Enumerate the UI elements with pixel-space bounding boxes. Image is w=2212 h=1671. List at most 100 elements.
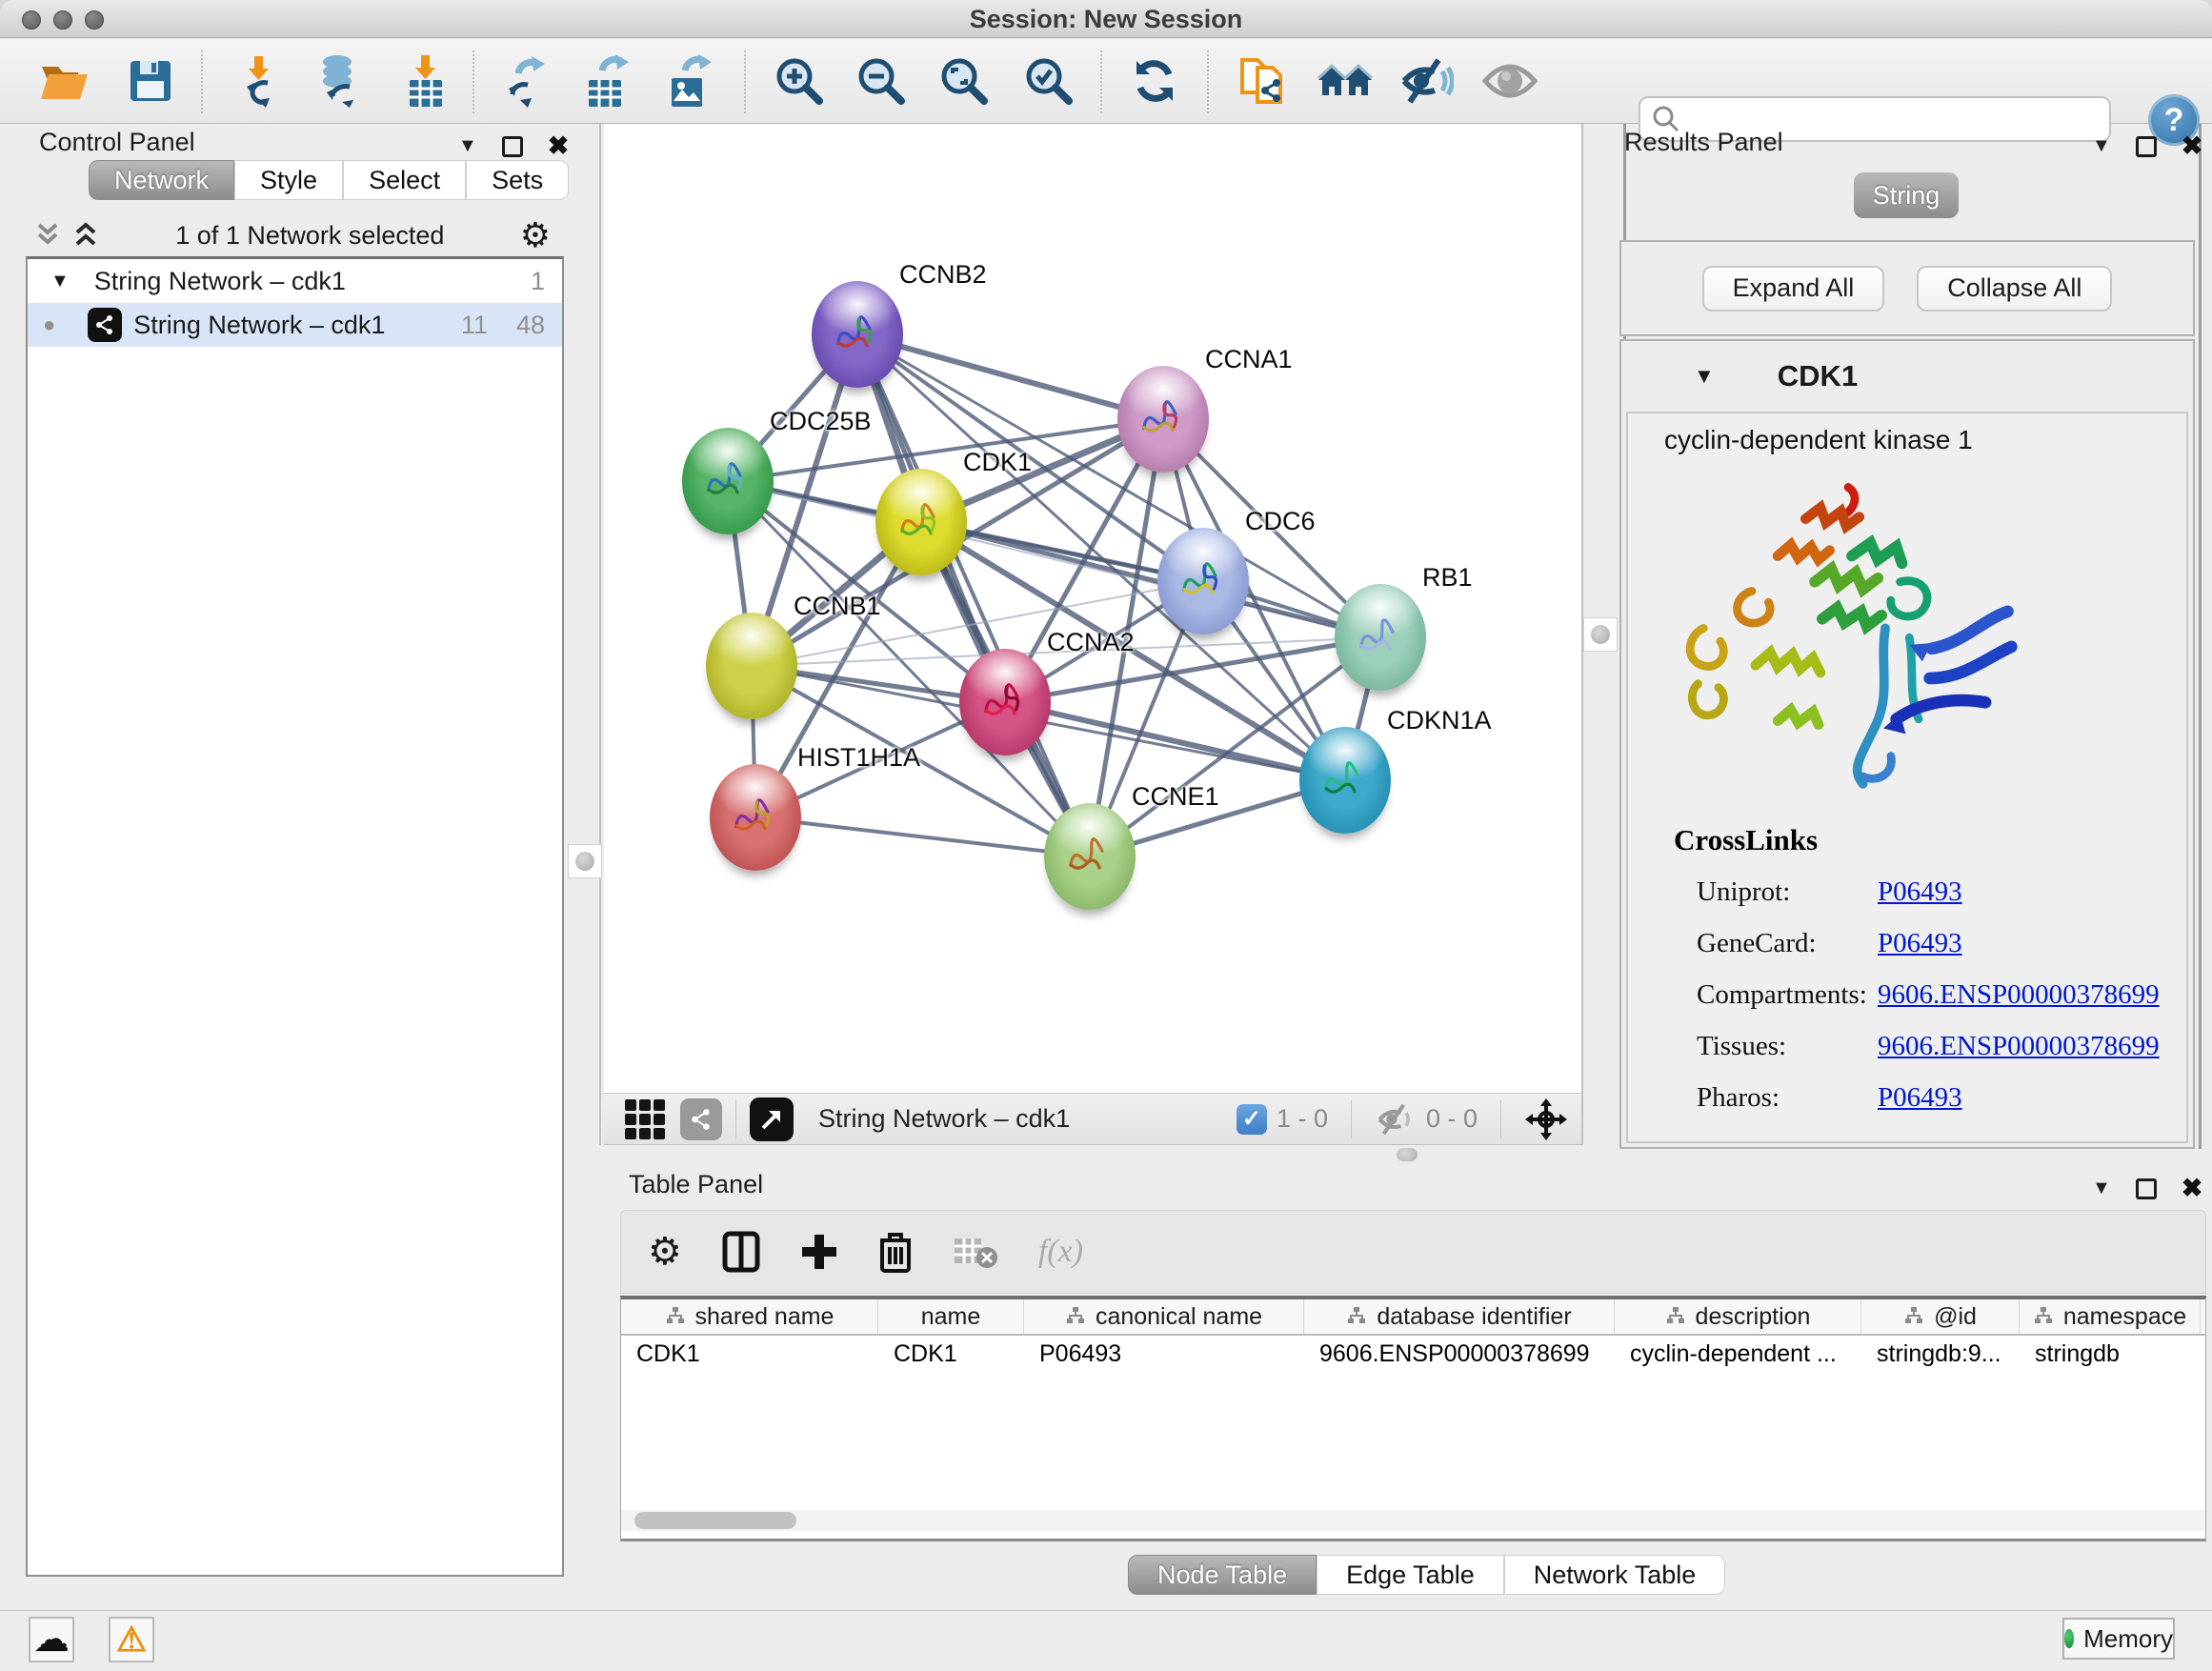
table-cell: stringdb:9... <box>1861 1336 2020 1374</box>
crosslink-row-pharos: Pharos:P06493 <box>1697 1082 2173 1114</box>
column-header-name[interactable]: name <box>878 1299 1024 1334</box>
crosslink-link[interactable]: 9606.ENSP00000378699 <box>1878 979 2160 1011</box>
node-CDC6[interactable] <box>1157 528 1249 634</box>
panel-float-icon[interactable] <box>2136 136 2157 157</box>
export-table-icon[interactable] <box>577 51 636 111</box>
copy-network-icon[interactable] <box>1234 51 1293 111</box>
node-CDC25B[interactable] <box>682 428 774 534</box>
fit-content-icon[interactable] <box>750 1097 794 1141</box>
column-header-database-identifier[interactable]: database identifier <box>1304 1299 1615 1334</box>
crosslinks-title: CrossLinks <box>1674 823 1818 857</box>
network-collection-row[interactable]: ▼ String Network – cdk1 1 <box>28 259 562 303</box>
crosslink-link[interactable]: P06493 <box>1878 1082 1962 1114</box>
string-style-icon[interactable] <box>680 1098 722 1140</box>
export-image-icon[interactable] <box>660 51 719 111</box>
results-tab-string[interactable]: String <box>1854 172 1959 218</box>
network-row[interactable]: ● String Network – cdk1 11 48 <box>28 303 562 347</box>
column-header-namespace[interactable]: namespace <box>2020 1299 2201 1334</box>
node-CCNA1[interactable] <box>1117 366 1209 473</box>
delete-table-icon[interactable] <box>953 1233 998 1271</box>
left-splitter[interactable] <box>599 124 601 1145</box>
gene-header-row[interactable]: ▼ CDK1 <box>1621 341 2193 412</box>
birdseye-crosshair-icon[interactable] <box>1524 1097 1568 1141</box>
tab-style[interactable]: Style <box>234 160 343 200</box>
left-splitter-handle[interactable] <box>568 844 602 878</box>
table-settings-gear-icon[interactable]: ⚙ <box>648 1230 682 1274</box>
column-header-shared-name[interactable]: shared name <box>621 1299 878 1334</box>
tab-edge-table[interactable]: Edge Table <box>1317 1555 1504 1595</box>
panel-close-icon[interactable]: ✖ <box>548 131 570 161</box>
tab-network[interactable]: Network <box>89 160 234 200</box>
zoom-in-icon[interactable] <box>770 51 829 111</box>
column-header-@id[interactable]: @id <box>1861 1299 2020 1334</box>
grid-view-icon[interactable] <box>625 1099 665 1139</box>
node-HIST1H1A[interactable] <box>710 764 801 871</box>
refresh-icon[interactable] <box>1125 51 1184 111</box>
network-options-gear-icon[interactable]: ⚙ <box>520 215 551 255</box>
toolbar-separator <box>735 1100 736 1138</box>
hide-selected-icon[interactable] <box>1398 51 1457 111</box>
selected-checkbox-icon[interactable]: ✓ <box>1237 1104 1267 1135</box>
tab-node-table[interactable]: Node Table <box>1128 1555 1317 1595</box>
toolbar-separator <box>473 50 474 113</box>
zoom-out-icon[interactable] <box>852 51 911 111</box>
export-network-icon[interactable] <box>495 51 554 111</box>
results-panel-scrollbar[interactable] <box>2199 124 2202 1149</box>
add-column-icon[interactable] <box>800 1233 838 1271</box>
toolbar-separator <box>1207 50 1209 113</box>
warnings-button[interactable]: ⚠ <box>109 1617 154 1662</box>
column-header-description[interactable]: description <box>1615 1299 1861 1334</box>
table-cell: CDK1 <box>878 1336 1024 1374</box>
column-header-canonical-name[interactable]: canonical name <box>1024 1299 1304 1334</box>
node-RB1[interactable] <box>1335 584 1426 691</box>
table-horizontal-scrollbar[interactable] <box>621 1510 2205 1531</box>
panel-float-icon[interactable] <box>502 136 523 157</box>
cloud-button[interactable]: ☁ <box>29 1617 74 1662</box>
node-CCNA2[interactable] <box>959 649 1051 755</box>
collection-expand-icon[interactable]: ▼ <box>50 271 70 292</box>
network-current-dot-icon: ● <box>43 312 55 337</box>
show-all-icon[interactable] <box>1480 51 1539 111</box>
node-CDKN1A[interactable] <box>1299 727 1391 834</box>
tab-sets[interactable]: Sets <box>466 160 569 200</box>
delete-column-icon[interactable] <box>878 1231 913 1273</box>
panel-menu-icon[interactable]: ▼ <box>2092 135 2111 157</box>
table-row[interactable]: CDK1CDK1P064939606.ENSP00000378699cyclin… <box>621 1336 2205 1374</box>
crosslink-link[interactable]: 9606.ENSP00000378699 <box>1878 1031 2160 1062</box>
collapse-all-icon[interactable] <box>33 221 62 250</box>
horizontal-splitter-handle[interactable] <box>1397 1148 1418 1161</box>
panel-close-icon[interactable]: ✖ <box>2182 131 2203 161</box>
save-session-icon[interactable] <box>121 51 180 111</box>
node-label-CCNE1: CCNE1 <box>1132 782 1219 812</box>
tab-network-table[interactable]: Network Table <box>1504 1555 1726 1595</box>
import-table-icon[interactable] <box>396 51 455 111</box>
zoom-selected-icon[interactable] <box>1019 51 1078 111</box>
import-network-icon[interactable] <box>229 51 288 111</box>
import-network-from-database-icon[interactable] <box>308 51 367 111</box>
gene-collapse-icon[interactable]: ▼ <box>1694 364 1715 389</box>
home-networks-icon[interactable] <box>1316 51 1375 111</box>
zoom-fit-icon[interactable] <box>935 51 994 111</box>
node-CCNB2[interactable] <box>812 281 903 388</box>
open-file-icon[interactable] <box>35 51 94 111</box>
network-counts: ✓ 1 - 0 0 - 0 <box>1237 1097 1581 1141</box>
expand-all-icon[interactable] <box>71 221 100 250</box>
node-CCNB1[interactable] <box>706 613 797 719</box>
show-columns-icon[interactable] <box>722 1231 760 1273</box>
panel-menu-icon[interactable]: ▼ <box>458 135 477 157</box>
tab-select[interactable]: Select <box>343 160 466 200</box>
network-view-toolbar: String Network – cdk1 ✓ 1 - 0 0 - 0 <box>604 1093 1581 1145</box>
panel-menu-icon[interactable]: ▼ <box>2092 1178 2111 1199</box>
crosslink-link[interactable]: P06493 <box>1878 876 1962 908</box>
right-splitter-handle[interactable] <box>1583 617 1618 652</box>
scrollbar-thumb[interactable] <box>634 1512 796 1529</box>
expand-all-button[interactable]: Expand All <box>1702 266 1885 312</box>
node-CDK1[interactable] <box>875 469 967 575</box>
network-canvas[interactable]: CCNB2CCNA1CDC25BCDK1CDC6RB1CCNB1CCNA2CDK… <box>604 124 1581 1093</box>
crosslink-link[interactable]: P06493 <box>1878 928 1962 959</box>
node-CCNE1[interactable] <box>1044 803 1136 910</box>
panel-close-icon[interactable]: ✖ <box>2182 1174 2203 1203</box>
collapse-all-button[interactable]: Collapse All <box>1917 266 2112 312</box>
panel-float-icon[interactable] <box>2136 1178 2157 1199</box>
memory-button[interactable]: Memory <box>2062 1618 2175 1660</box>
